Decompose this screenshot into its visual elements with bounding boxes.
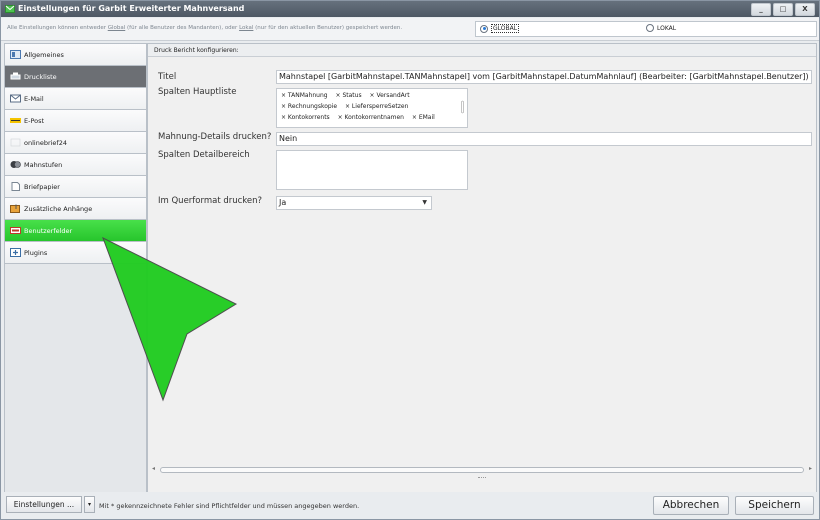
chevron-down-icon: ▼ xyxy=(422,199,427,206)
token-rechnungskopie[interactable]: × Rechnungskopie xyxy=(281,103,337,110)
sidebar-item-briefpapier[interactable]: Briefpapier xyxy=(5,176,146,198)
token-email[interactable]: × EMail xyxy=(412,114,435,121)
titel-input[interactable]: Mahnstapel [GarbitMahnstapel.TANMahnstap… xyxy=(276,70,812,84)
sidebar-item-allgemeines[interactable]: Allgemeines xyxy=(5,44,146,66)
spalten-hauptliste-tokens[interactable]: × TANMahnung × Status × VersandArt × Rec… xyxy=(276,88,468,128)
plugins-icon xyxy=(10,248,21,257)
einstellungen-dropdown-button[interactable]: ▾ xyxy=(84,496,95,513)
dunning-levels-icon xyxy=(10,161,21,168)
radio-checked-icon xyxy=(480,24,488,33)
sidebar-item-label: Briefpapier xyxy=(24,182,60,191)
app-icon xyxy=(5,5,15,13)
mahnung-details-input[interactable]: Nein xyxy=(276,132,812,146)
window-controls: _ □ X xyxy=(751,3,815,16)
sidebar-item-druckliste[interactable]: Druckliste xyxy=(5,66,146,88)
querformat-value: Ja xyxy=(279,198,287,207)
sidebar-item-label: Allgemeines xyxy=(24,50,64,59)
token-row: × TANMahnung × Status × VersandArt xyxy=(281,90,463,101)
sidebar-item-label: onlinebrief24 xyxy=(24,138,67,147)
print-list-icon xyxy=(10,72,21,80)
minimize-button[interactable]: _ xyxy=(751,3,771,16)
sidebar-item-mahnstufen[interactable]: Mahnstufen xyxy=(5,154,146,176)
scroll-left-icon[interactable]: ◂ xyxy=(152,465,155,472)
footer-bar: Einstellungen ... ▾ Mit * gekennzeichnet… xyxy=(1,492,819,519)
settings-sidebar: Allgemeines Druckliste E-Mail E-Post onl… xyxy=(4,43,147,493)
sidebar-item-onlinebrief24[interactable]: onlinebrief24 xyxy=(5,132,146,154)
group-header: Druck Bericht konfigurieren: xyxy=(148,44,816,57)
token-versandart[interactable]: × VersandArt xyxy=(370,92,410,99)
global-link[interactable]: Global xyxy=(108,25,126,31)
letterhead-icon xyxy=(11,182,20,191)
token-kontokorrentnamen[interactable]: × Kontokorrentnamen xyxy=(338,114,404,121)
titel-label: Titel xyxy=(158,72,177,82)
title-bar[interactable]: Einstellungen für Garbit Erweiterter Mah… xyxy=(1,1,819,17)
scroll-right-icon[interactable]: ▸ xyxy=(809,465,812,472)
sidebar-item-email[interactable]: E-Mail xyxy=(5,88,146,110)
sidebar-item-benutzerfelder[interactable]: Benutzerfelder xyxy=(5,220,146,242)
radio-unchecked-icon xyxy=(646,24,654,32)
sidebar-item-label: Druckliste xyxy=(24,72,57,81)
save-button[interactable]: Speichern xyxy=(735,496,814,515)
email-icon xyxy=(10,94,21,103)
epost-icon xyxy=(10,118,21,123)
global-radio-label: GLOBAL xyxy=(491,24,520,33)
spalten-detailbereich-input[interactable] xyxy=(276,150,468,190)
sidebar-item-label: Plugins xyxy=(24,248,48,257)
querformat-label: Im Querformat drucken? xyxy=(158,196,263,206)
required-fields-note: Mit * gekennzeichnete Fehler sind Pflich… xyxy=(99,502,360,510)
close-button[interactable]: X xyxy=(795,3,815,16)
cancel-button[interactable]: Abbrechen xyxy=(653,496,729,515)
general-icon xyxy=(10,50,21,59)
attachments-icon xyxy=(10,204,20,213)
mahnung-details-label: Mahnung-Details drucken? xyxy=(158,132,272,142)
sidebar-item-zusaetzliche-anhaenge[interactable]: Zusätzliche Anhänge xyxy=(5,198,146,220)
user-fields-icon xyxy=(10,227,21,234)
token-status[interactable]: × Status xyxy=(336,92,362,99)
sidebar-item-label: Benutzerfelder xyxy=(24,226,73,235)
token-scrollbar[interactable] xyxy=(461,93,464,123)
maximize-button[interactable]: □ xyxy=(773,3,793,16)
global-radio[interactable]: GLOBAL xyxy=(480,24,520,33)
scrollbar-thumb[interactable] xyxy=(160,467,804,473)
token-row: × Rechnungskopie × LiefersperreSetzen xyxy=(281,101,463,112)
token-row: × Kontokorrents × Kontokorrentnamen × EM… xyxy=(281,112,463,123)
sidebar-item-label: E-Mail xyxy=(24,94,44,103)
token-kontokorrents[interactable]: × Kontokorrents xyxy=(281,114,330,121)
window-title: Einstellungen für Garbit Erweiterter Mah… xyxy=(18,4,245,13)
splitter-grip[interactable] xyxy=(478,477,486,480)
sidebar-item-label: E-Post xyxy=(24,116,45,125)
scope-hint: Alle Einstellungen können entweder Globa… xyxy=(7,25,403,31)
token-tanmahnung[interactable]: × TANMahnung xyxy=(281,92,328,99)
settings-content: Druck Bericht konfigurieren: Titel Mahns… xyxy=(147,43,817,493)
token-liefersperresetzen[interactable]: × LiefersperreSetzen xyxy=(345,103,408,110)
lokal-radio-label: LOKAL xyxy=(657,24,677,32)
lokal-radio[interactable]: LOKAL xyxy=(646,24,676,32)
horizontal-scrollbar[interactable]: ◂ ▸ xyxy=(148,464,816,474)
sidebar-item-label: Zusätzliche Anhänge xyxy=(24,204,93,213)
lokal-link[interactable]: Lokal xyxy=(239,25,253,31)
spalten-detailbereich-label: Spalten Detailbereich xyxy=(158,150,250,160)
spalten-hauptliste-label: Spalten Hauptliste xyxy=(158,87,237,97)
einstellungen-button[interactable]: Einstellungen ... xyxy=(6,496,82,513)
querformat-select[interactable]: Ja ▼ xyxy=(276,196,432,210)
sidebar-item-label: Mahnstufen xyxy=(24,160,63,169)
scope-bar: Alle Einstellungen können entweder Globa… xyxy=(1,18,819,41)
sidebar-item-epost[interactable]: E-Post xyxy=(5,110,146,132)
sidebar-item-plugins[interactable]: Plugins xyxy=(5,242,146,264)
onlinebrief-icon xyxy=(10,138,21,147)
settings-window: Einstellungen für Garbit Erweiterter Mah… xyxy=(0,0,820,520)
